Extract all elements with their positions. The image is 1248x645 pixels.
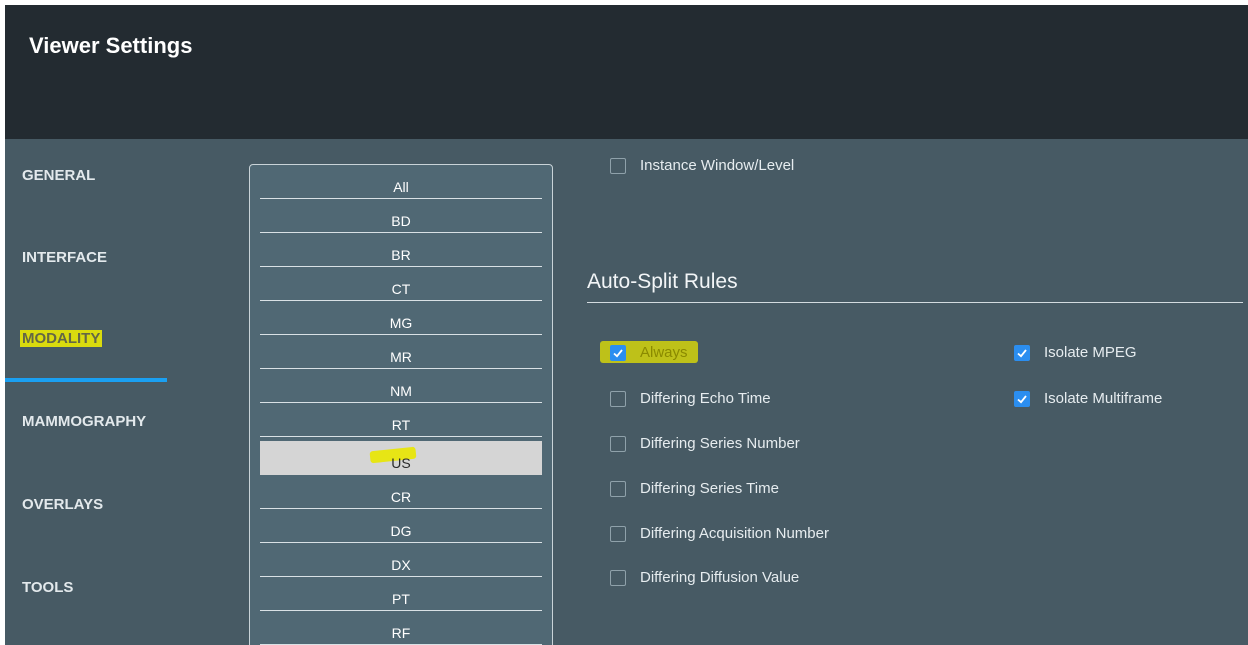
instance-window-level-option[interactable]: Instance Window/Level (610, 157, 794, 174)
modality-item-mg[interactable]: MG (260, 301, 542, 335)
rule-series-number-option[interactable]: Differing Series Number (610, 435, 800, 452)
rule-series-number-checkbox[interactable] (610, 435, 626, 452)
rule-series-time-checkbox[interactable] (610, 480, 626, 497)
modality-item-rt[interactable]: RT (260, 403, 542, 437)
settings-body: GENERAL INTERFACE MODALITY MAMMOGRAPHY O… (5, 139, 1248, 645)
modality-item-br[interactable]: BR (260, 233, 542, 267)
check-icon (1017, 394, 1027, 404)
modality-list[interactable]: All BD BR CT MG MR NM RT US CR DG DX PT … (249, 164, 553, 645)
section-divider (587, 302, 1243, 303)
modality-item-cr[interactable]: CR (260, 475, 542, 509)
rule-acquisition-number-label: Differing Acquisition Number (640, 525, 829, 542)
rule-diffusion-value-checkbox[interactable] (610, 569, 626, 586)
sidebar-item-general[interactable]: GENERAL (22, 167, 95, 184)
isolate-multiframe-checkbox[interactable] (1014, 390, 1030, 407)
rule-series-time-option[interactable]: Differing Series Time (610, 480, 779, 497)
sidebar-item-modality-label: MODALITY (20, 330, 103, 347)
header-bar: Viewer Settings (5, 5, 1248, 139)
isolate-mpeg-checkbox[interactable] (1014, 344, 1030, 361)
isolate-multiframe-option[interactable]: Isolate Multiframe (1014, 390, 1162, 407)
sidebar-item-overlays[interactable]: OVERLAYS (22, 496, 103, 513)
modality-item-rf[interactable]: RF (260, 611, 542, 645)
settings-sidebar: GENERAL INTERFACE MODALITY MAMMOGRAPHY O… (5, 139, 175, 645)
modality-item-nm[interactable]: NM (260, 369, 542, 403)
isolate-multiframe-label: Isolate Multiframe (1044, 390, 1163, 407)
instance-window-level-label: Instance Window/Level (640, 157, 795, 174)
sidebar-item-interface[interactable]: INTERFACE (22, 249, 107, 266)
rule-acquisition-number-option[interactable]: Differing Acquisition Number (610, 525, 829, 542)
isolate-mpeg-option[interactable]: Isolate MPEG (1014, 344, 1137, 361)
rule-echo-time-label: Differing Echo Time (640, 390, 771, 407)
rule-always-checkbox[interactable] (610, 344, 626, 361)
modality-item-us[interactable]: US (260, 441, 542, 475)
page-title: Viewer Settings (29, 33, 193, 58)
rule-always-label: Always (640, 344, 688, 361)
rule-series-time-label: Differing Series Time (640, 480, 779, 497)
sidebar-item-modality[interactable]: MODALITY (20, 330, 103, 347)
modality-item-dg[interactable]: DG (260, 509, 542, 543)
modality-item-mr[interactable]: MR (260, 335, 542, 369)
rule-series-number-label: Differing Series Number (640, 435, 800, 452)
isolate-mpeg-label: Isolate MPEG (1044, 344, 1137, 361)
rule-diffusion-value-label: Differing Diffusion Value (640, 569, 800, 586)
active-tab-indicator (5, 378, 167, 382)
modality-item-ct[interactable]: CT (260, 267, 542, 301)
modality-item-bd[interactable]: BD (260, 199, 542, 233)
rule-acquisition-number-checkbox[interactable] (610, 525, 626, 542)
sidebar-item-mammography[interactable]: MAMMOGRAPHY (22, 413, 146, 430)
check-icon (1017, 348, 1027, 358)
check-icon (613, 348, 623, 358)
rule-always-option[interactable]: Always (610, 344, 688, 361)
rule-echo-time-option[interactable]: Differing Echo Time (610, 390, 771, 407)
auto-split-title: Auto-Split Rules (587, 270, 738, 293)
instance-window-level-checkbox[interactable] (610, 157, 626, 174)
sidebar-item-tools[interactable]: TOOLS (22, 579, 73, 596)
modality-item-dx[interactable]: DX (260, 543, 542, 577)
modality-item-pt[interactable]: PT (260, 577, 542, 611)
rule-diffusion-value-option[interactable]: Differing Diffusion Value (610, 569, 799, 586)
modality-item-all[interactable]: All (260, 165, 542, 199)
rule-echo-time-checkbox[interactable] (610, 390, 626, 407)
